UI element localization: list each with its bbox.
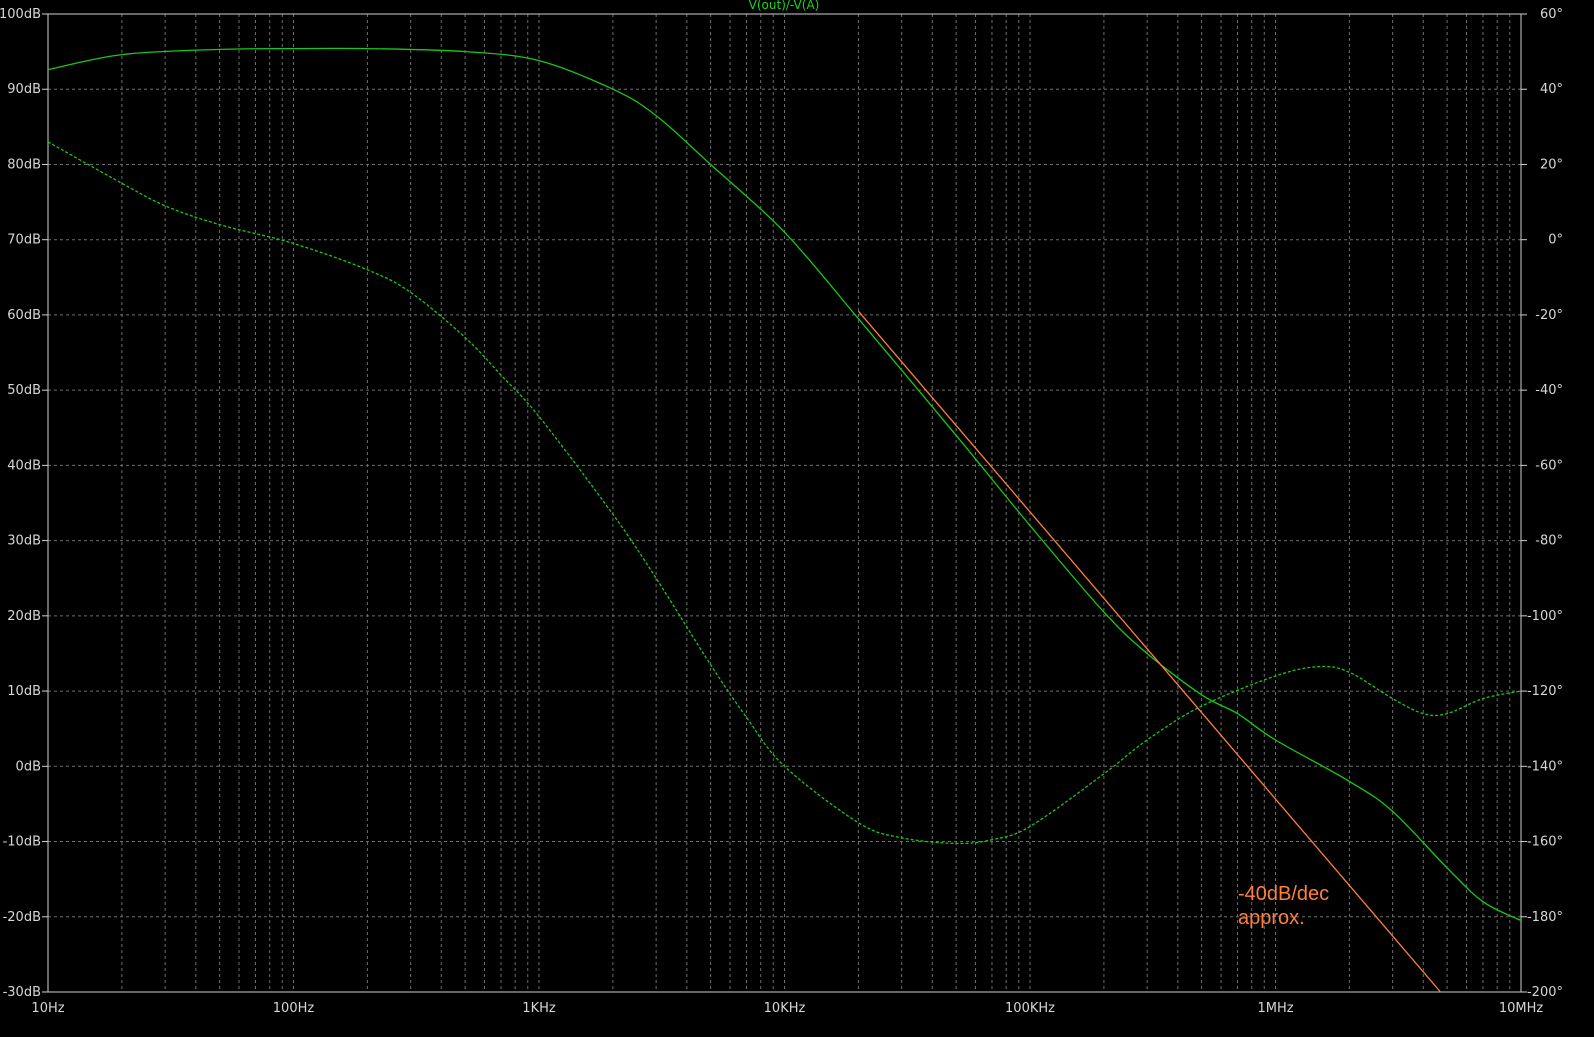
y-right-tick-label: -80° bbox=[1535, 534, 1563, 549]
y-right-tick-label: -140° bbox=[1527, 759, 1563, 774]
y-left-tick-label: 40dB bbox=[7, 458, 41, 473]
x-tick-label: 100KHz bbox=[1005, 1001, 1055, 1016]
y-right-tick-label: -160° bbox=[1527, 835, 1563, 850]
y-right-tick-label: -100° bbox=[1527, 609, 1563, 624]
asymptote-line bbox=[857, 310, 1441, 993]
x-tick-label: 1KHz bbox=[522, 1001, 556, 1016]
x-tick-label: 100Hz bbox=[273, 1001, 315, 1016]
y-right-tick-label: -60° bbox=[1535, 458, 1563, 473]
y-right-tick-label: -20° bbox=[1535, 308, 1563, 323]
y-right-tick-label: 60° bbox=[1540, 7, 1563, 22]
y-left-tick-label: 10dB bbox=[7, 684, 41, 699]
slope-annotation-approx: approx. bbox=[1238, 907, 1305, 929]
y-left-tick-label: -30dB bbox=[3, 985, 41, 1000]
y-right-tick-label: 0° bbox=[1548, 233, 1563, 248]
y-left-tick-label: 80dB bbox=[7, 157, 41, 172]
y-left-tick-label: 60dB bbox=[7, 308, 41, 323]
y-left-tick-label: 30dB bbox=[7, 534, 41, 549]
y-right-tick-label: -120° bbox=[1527, 684, 1563, 699]
phase-line bbox=[47, 141, 1522, 845]
y-right-tick-label: -180° bbox=[1527, 910, 1563, 925]
y-left-tick-label: 90dB bbox=[7, 82, 41, 97]
grid bbox=[48, 14, 1521, 992]
slope-annotation: -40dB/dec bbox=[1238, 883, 1329, 905]
y-left-tick-label: 100dB bbox=[0, 7, 41, 22]
chart-title: V(out)/-V(A) bbox=[749, 0, 820, 12]
bode-plot: 10Hz 100Hz 1KHz 10KHz 100KHz 1MHz 10MHz 100dB 90… bbox=[0, 0, 1563, 1016]
x-tick-label: 10KHz bbox=[764, 1001, 806, 1016]
y-right-tick-label: 20° bbox=[1540, 157, 1563, 172]
y-left-tick-label: -10dB bbox=[3, 835, 41, 850]
y-right-tick-label: 40° bbox=[1540, 82, 1563, 97]
x-tick-label: 10MHz bbox=[1499, 1001, 1544, 1016]
x-tick-label: 10Hz bbox=[31, 1001, 64, 1016]
y-left-tick-label: -20dB bbox=[3, 910, 41, 925]
y-left-tick-label: 70dB bbox=[7, 233, 41, 248]
y-left-tick-label: 0dB bbox=[16, 759, 41, 774]
x-tick-label: 1MHz bbox=[1257, 1001, 1293, 1016]
y-right-tick-label: -40° bbox=[1535, 383, 1563, 398]
tick-labels: 10Hz 100Hz 1KHz 10KHz 100KHz 1MHz 10MHz 100dB 90… bbox=[0, 7, 1563, 1016]
y-left-tick-label: 50dB bbox=[7, 383, 41, 398]
y-right-tick-label: -200° bbox=[1527, 985, 1563, 1000]
y-left-tick-label: 20dB bbox=[7, 609, 41, 624]
